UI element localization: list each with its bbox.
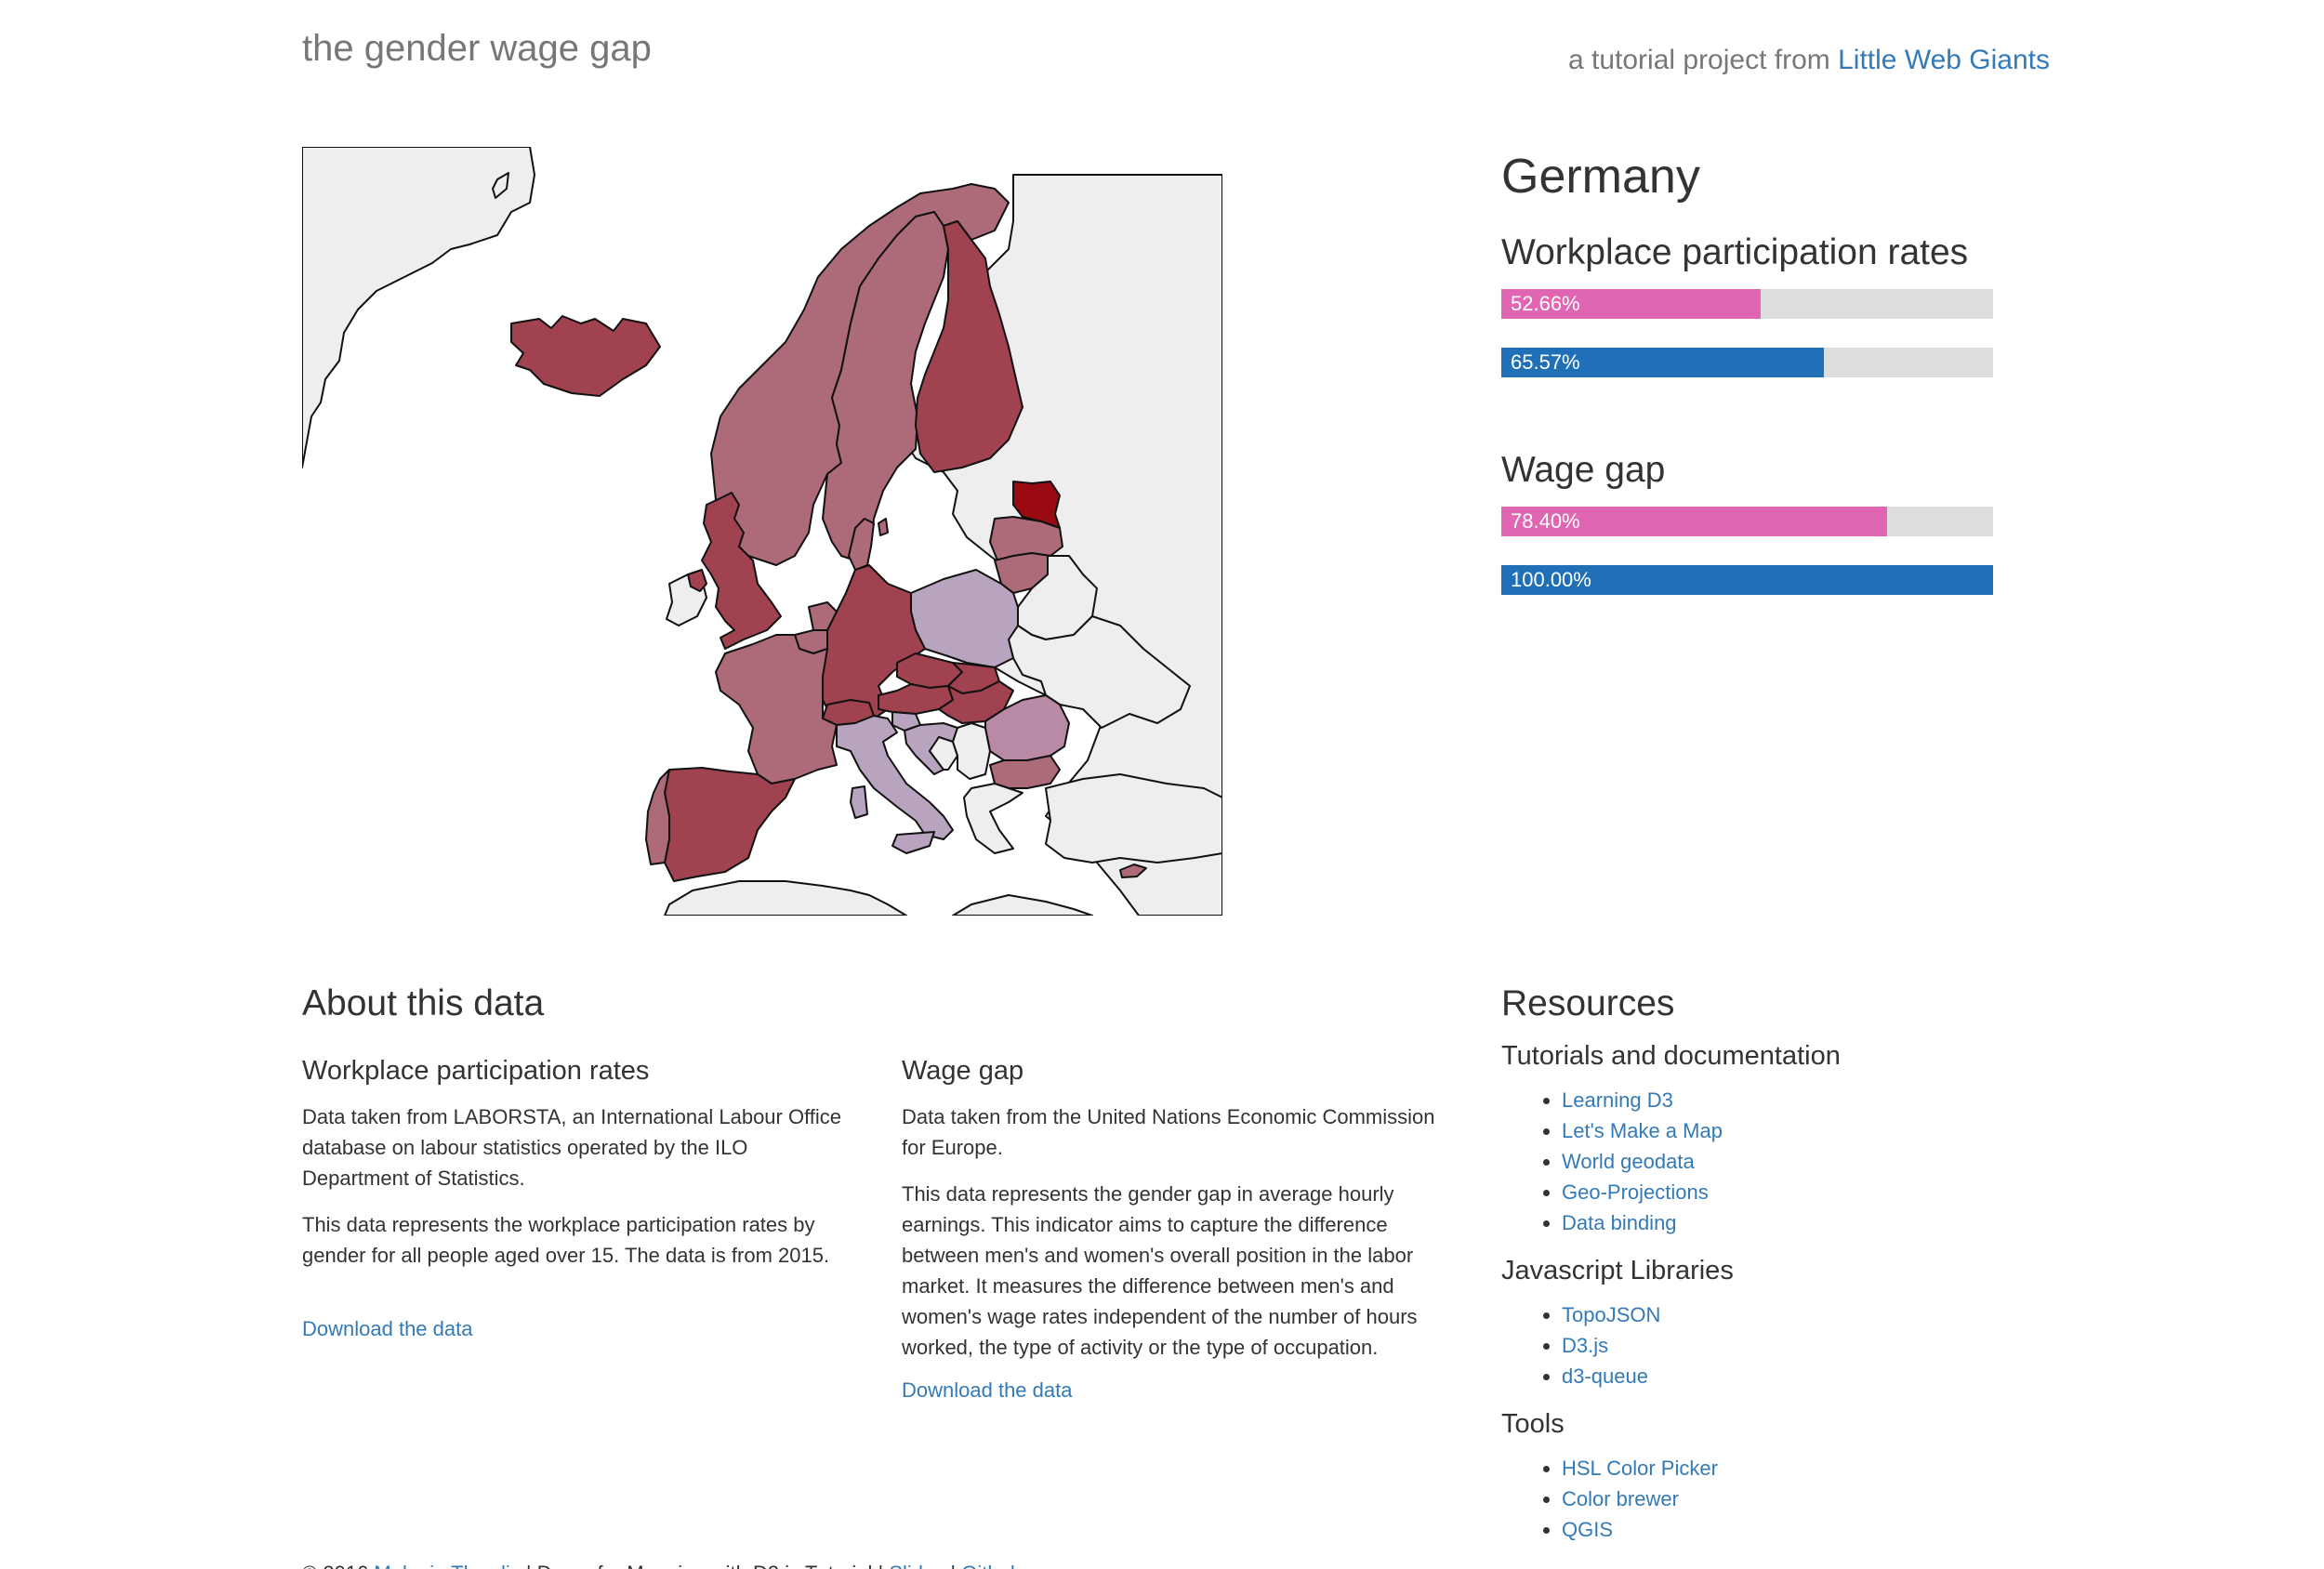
footer-text: | Demo for Mapping with D3.js Tutorial |	[526, 1562, 883, 1569]
color-brewer-link[interactable]: Color brewer	[1562, 1487, 1679, 1510]
about-wage-gap-heading: Wage gap	[902, 1056, 1024, 1086]
tutorials-list: Learning D3 Let's Make a Map World geoda…	[1562, 1085, 1723, 1238]
d3-queue-link[interactable]: d3-queue	[1562, 1365, 1648, 1388]
learning-d3-link[interactable]: Learning D3	[1562, 1088, 1673, 1112]
lets-make-a-map-link[interactable]: Let's Make a Map	[1562, 1119, 1723, 1142]
wage-gap-heading: Wage gap	[1501, 450, 1666, 490]
participation-download-link[interactable]: Download the data	[302, 1317, 472, 1341]
male-participation-label: 65.57%	[1511, 350, 1580, 374]
list-item: d3-queue	[1562, 1361, 1660, 1391]
wage-gap-download-link[interactable]: Download the data	[902, 1378, 1072, 1403]
author-link[interactable]: Melanie Thewlis	[374, 1562, 520, 1569]
about-wage-gap-description: This data represents the gender gap in a…	[902, 1182, 1418, 1359]
about-participation-source: Data taken from LABORSTA, an Internation…	[302, 1105, 842, 1190]
map-country-turkey[interactable]	[1045, 773, 1222, 864]
tutorials-heading: Tutorials and documentation	[1501, 1041, 1841, 1071]
world-geodata-link[interactable]: World geodata	[1562, 1150, 1695, 1173]
data-binding-link[interactable]: Data binding	[1562, 1211, 1677, 1234]
female-wage-label: 78.40%	[1511, 509, 1580, 533]
github-link[interactable]: Github	[961, 1562, 1022, 1569]
female-participation-bar: 52.66%	[1501, 289, 1993, 319]
tagline: a tutorial project from Little Web Giant…	[1568, 45, 2050, 76]
female-participation-label: 52.66%	[1511, 292, 1580, 315]
map-country-france[interactable]	[715, 634, 838, 784]
map-island-sicily	[891, 831, 935, 854]
map-island-gotland	[878, 518, 889, 536]
hsl-color-picker-link[interactable]: HSL Color Picker	[1562, 1457, 1718, 1480]
topojson-link[interactable]: TopoJSON	[1562, 1303, 1660, 1326]
map-island-sardinia	[850, 785, 868, 819]
list-item: Learning D3	[1562, 1085, 1723, 1115]
about-participation-heading: Workplace participation rates	[302, 1056, 650, 1086]
qgis-link[interactable]: QGIS	[1562, 1518, 1613, 1541]
footer-separator: |	[950, 1562, 956, 1569]
list-item: TopoJSON	[1562, 1299, 1660, 1330]
footer-copyright: © 2016	[302, 1562, 368, 1569]
geo-projections-link[interactable]: Geo-Projections	[1562, 1180, 1709, 1204]
libraries-list: TopoJSON D3.js d3-queue	[1562, 1299, 1660, 1391]
tools-list: HSL Color Picker Color brewer QGIS	[1562, 1453, 1718, 1545]
about-participation-description: This data represents the workplace parti…	[302, 1213, 830, 1267]
map-country-iceland[interactable]	[510, 315, 661, 397]
list-item: Geo-Projections	[1562, 1177, 1723, 1207]
list-item: Let's Make a Map	[1562, 1115, 1723, 1146]
about-wage-gap-source: Data taken from the United Nations Econo…	[902, 1105, 1435, 1159]
slides-link[interactable]: Slides	[889, 1562, 944, 1569]
participation-rates-heading: Workplace participation rates	[1501, 232, 1969, 272]
map-country-serbia[interactable]	[952, 722, 991, 780]
male-wage-bar: 100.00%	[1501, 565, 1993, 595]
male-wage-label: 100.00%	[1511, 568, 1591, 591]
selected-country-name: Germany	[1501, 150, 1700, 204]
map-region-libya	[952, 894, 1093, 916]
female-wage-bar: 78.40%	[1501, 507, 1993, 536]
list-item: Data binding	[1562, 1207, 1723, 1238]
map-country-portugal[interactable]	[645, 769, 670, 865]
list-item: D3.js	[1562, 1330, 1660, 1361]
site-title: the gender wage gap	[302, 28, 652, 69]
list-item: Color brewer	[1562, 1483, 1718, 1514]
little-web-giants-link[interactable]: Little Web Giants	[1838, 45, 2050, 75]
map-country-poland[interactable]	[910, 569, 1019, 668]
d3js-link[interactable]: D3.js	[1562, 1334, 1608, 1357]
tagline-prefix: a tutorial project from	[1567, 45, 1830, 75]
list-item: World geodata	[1562, 1146, 1723, 1177]
map-country-bulgaria[interactable]	[989, 755, 1061, 789]
libraries-heading: Javascript Libraries	[1501, 1256, 1734, 1286]
male-participation-bar: 65.57%	[1501, 348, 1993, 377]
list-item: HSL Color Picker	[1562, 1453, 1718, 1483]
map-country-spain[interactable]	[664, 767, 796, 882]
map-country-greece[interactable]	[963, 783, 1023, 854]
tools-heading: Tools	[1501, 1409, 1565, 1439]
list-item: QGIS	[1562, 1514, 1718, 1545]
footer: © 2016 Melanie Thewlis | Demo for Mappin…	[302, 1562, 1022, 1569]
about-heading: About this data	[302, 983, 545, 1023]
map-region-north-africa	[664, 880, 907, 916]
europe-map[interactable]	[302, 147, 1222, 916]
resources-heading: Resources	[1501, 983, 1675, 1023]
